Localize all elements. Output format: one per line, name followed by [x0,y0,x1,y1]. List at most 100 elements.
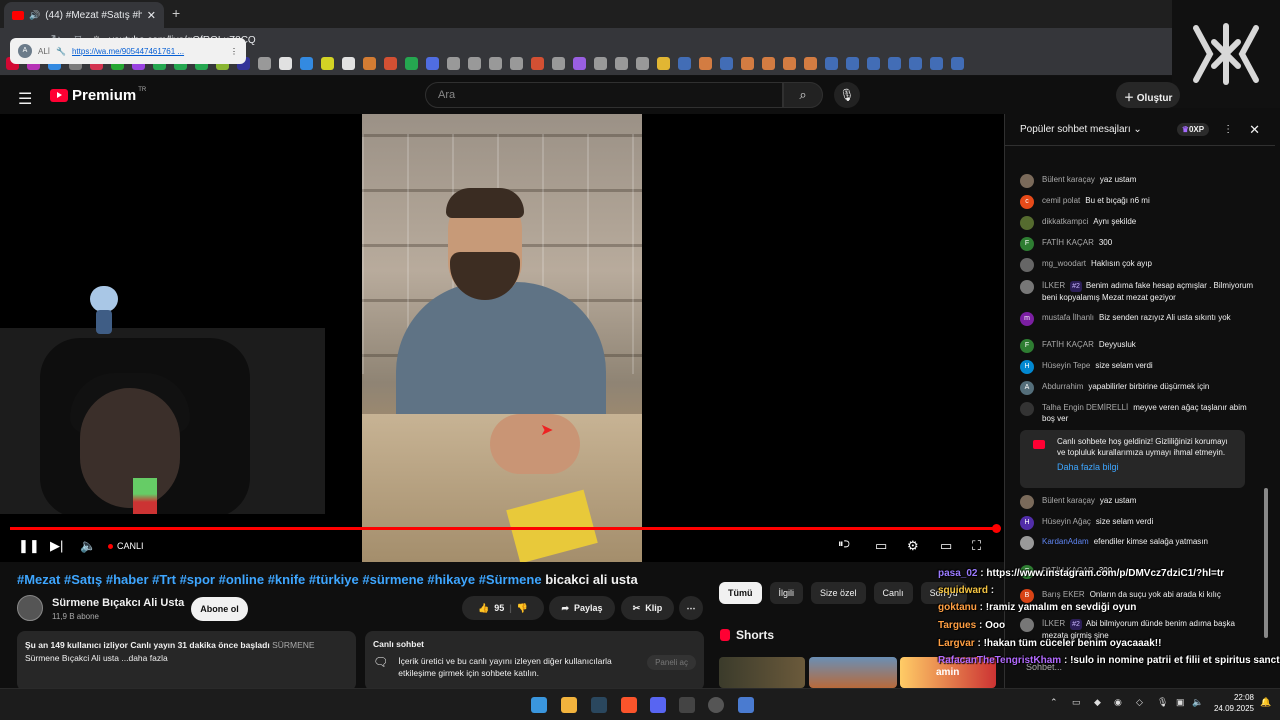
live-indicator[interactable]: CANLI [108,541,144,551]
bookmark-favicon-icon[interactable] [657,57,670,70]
bookmark-favicon-icon[interactable] [741,57,754,70]
tray-app-icon[interactable]: ◆ [1094,697,1101,708]
tray-volume-icon[interactable]: 🔈 [1192,697,1203,708]
file-explorer-icon[interactable] [561,697,577,713]
chat-message[interactable]: İLKER #2 Benim adıma fake hesap açmışlar .… [1020,280,1255,303]
chat-avatar[interactable] [1020,174,1034,188]
description-box[interactable]: Şu an 149 kullanıcı izliyor Canlı yayın … [17,631,356,691]
tray-app-icon[interactable]: ◇ [1136,697,1143,708]
close-tab-icon[interactable]: ✕ [147,9,156,22]
chat-avatar[interactable]: H [1020,516,1034,530]
app-icon[interactable] [738,697,754,713]
video-player[interactable]: ➤ ❚❚ ▶| 🔈 CANLI ⏸⊃ ▭ ⚙ ▭ ⛶ [0,114,1004,562]
bookmark-favicon-icon[interactable] [699,57,712,70]
chat-message[interactable]: c cemil polat Bu et bıçağı n6 mi [1020,195,1255,209]
chat-message[interactable]: Bülent karaçay yaz ustam [1020,495,1255,509]
chat-avatar[interactable]: F [1020,237,1034,251]
bookmark-favicon-icon[interactable] [678,57,691,70]
chat-author[interactable]: İLKER [1042,281,1065,290]
chat-author[interactable]: Bülent karaçay [1042,496,1095,505]
chat-message[interactable]: m mustafa İlhanlı Biz senden razıyız Ali u… [1020,312,1255,326]
chat-author[interactable]: Hüseyin Tepe [1042,361,1090,370]
bookmark-favicon-icon[interactable] [720,57,733,70]
hamburger-menu-icon[interactable]: ☰ [18,89,32,109]
bookmark-favicon-icon[interactable] [279,57,292,70]
like-icon[interactable]: 👍 [478,603,489,614]
chat-more-icon[interactable]: ⋮ [1223,124,1233,135]
chat-avatar[interactable]: A [1020,381,1034,395]
chat-author[interactable]: mustafa İlhanlı [1042,313,1094,322]
brave-browser-icon[interactable] [621,697,637,713]
like-dislike-button[interactable]: 👍 95 | 👎 [462,596,544,620]
chat-avatar[interactable]: F [1020,339,1034,353]
taskbar-clock[interactable]: 22:08 24.09.2025 [1212,692,1254,714]
bookmark-favicon-icon[interactable] [762,57,775,70]
pinned-more-icon[interactable]: ⋮ [230,47,238,56]
browser-tab[interactable]: 🔊 (44) #Mezat #Satış #haber #T ✕ [4,2,164,28]
bookmark-favicon-icon[interactable] [426,57,439,70]
chat-avatar[interactable]: m [1020,312,1034,326]
bookmark-favicon-icon[interactable] [531,57,544,70]
chat-author[interactable]: KardanAdam [1042,537,1089,546]
dislike-icon[interactable]: 👎 [517,603,528,614]
chat-avatar[interactable] [1020,258,1034,272]
bookmark-favicon-icon[interactable] [846,57,859,70]
shorts-thumbnail[interactable] [809,657,897,688]
bookmark-favicon-icon[interactable] [405,57,418,70]
bookmark-favicon-icon[interactable] [594,57,607,70]
voice-search-button[interactable]: 🎙 [834,82,860,108]
chat-message[interactable]: mg_woodart Haklısın çok ayıp [1020,258,1255,272]
fullscreen-icon[interactable]: ⛶ [972,538,981,554]
bookmark-favicon-icon[interactable] [930,57,943,70]
chat-message[interactable]: Bülent karaçay yaz ustam [1020,174,1255,188]
filter-chip[interactable]: Canlı [873,582,913,604]
chat-author[interactable]: Bülent karaçay [1042,175,1095,184]
chat-message[interactable]: dikkatkampci Aynı şekilde [1020,216,1255,230]
tray-chevron-icon[interactable]: ⌃ [1050,697,1058,708]
tray-network-icon[interactable]: ▣ [1176,697,1185,708]
open-panel-button[interactable]: Paneli aç [647,655,696,670]
autoplay-toggle[interactable]: ⏸⊃ [838,538,850,551]
chat-avatar[interactable] [1020,495,1034,509]
chat-author[interactable]: dikkatkampci [1042,217,1088,226]
bookmark-favicon-icon[interactable] [615,57,628,70]
points-badge[interactable]: ♛0XP [1176,123,1210,136]
bookmark-favicon-icon[interactable] [300,57,313,70]
tray-steam-icon[interactable]: ◉ [1114,697,1122,708]
youtube-logo[interactable]: Premium TR [50,87,146,104]
chat-author[interactable]: FATİH KAÇAR [1042,340,1094,349]
steam-icon[interactable] [591,697,607,713]
bookmark-favicon-icon[interactable] [783,57,796,70]
chat-author[interactable]: Abdurrahim [1042,382,1083,391]
share-button[interactable]: ➦ Paylaş [549,596,615,620]
learn-more-link[interactable]: Daha fazla bilgi [1057,462,1237,473]
discord-icon[interactable] [650,697,666,713]
progress-bar[interactable] [10,527,996,530]
chat-mode-dropdown[interactable]: Popüler sohbet mesajları ⌄ [1020,124,1142,135]
bookmark-favicon-icon[interactable] [489,57,502,70]
obs-icon[interactable] [679,697,695,713]
more-actions-button[interactable]: ⋯ [679,596,703,620]
bookmark-favicon-icon[interactable] [804,57,817,70]
bookmark-favicon-icon[interactable] [552,57,565,70]
filter-chip[interactable]: Tümü [719,582,762,604]
chat-message[interactable]: KardanAdam efendiler kimse salağa yatması… [1020,536,1255,550]
chat-author[interactable]: mg_woodart [1042,259,1086,268]
channel-name[interactable]: Sürmene Bıçakcı Ali Usta [52,597,184,609]
search-button[interactable]: ⌕ [783,82,823,108]
bookmark-favicon-icon[interactable] [258,57,271,70]
bookmark-favicon-icon[interactable] [321,57,334,70]
clip-button[interactable]: ✂ Klip [621,596,674,620]
title-hashtags[interactable]: #Mezat #Satış #haber #Trt #spor #online … [17,572,542,587]
tray-battery-icon[interactable]: ▭ [1072,697,1081,708]
new-tab-button[interactable]: + [172,5,180,21]
bookmark-favicon-icon[interactable] [888,57,901,70]
chat-avatar[interactable] [1020,536,1034,550]
bookmark-favicon-icon[interactable] [447,57,460,70]
filter-chip[interactable]: Size özel [811,582,866,604]
chat-author[interactable]: FATİH KAÇAR [1042,238,1094,247]
bookmark-favicon-icon[interactable] [867,57,880,70]
create-button[interactable]: ＋ Oluştur [1116,82,1180,108]
chat-message[interactable]: F FATİH KAÇAR Deyyusluk [1020,339,1255,353]
pinned-link[interactable]: https://wa.me/905447461761 ... [72,47,184,56]
